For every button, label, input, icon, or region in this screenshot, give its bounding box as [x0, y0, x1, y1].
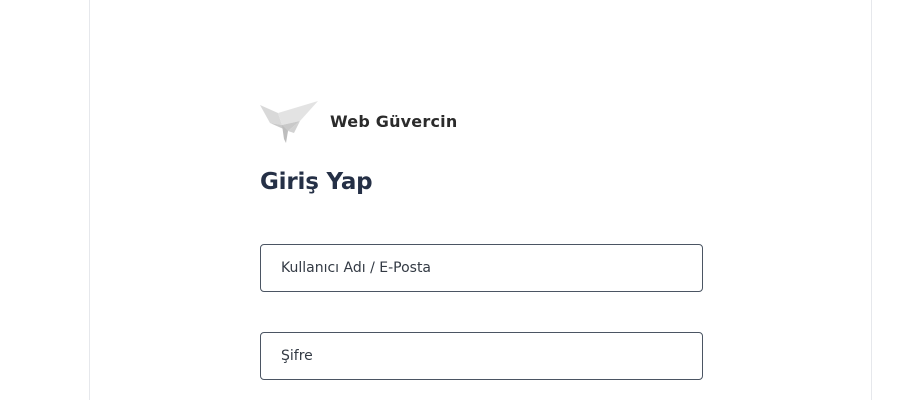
brand: Web Güvercin — [260, 99, 457, 143]
page-title: Giriş Yap — [260, 169, 373, 195]
password-input[interactable] — [261, 333, 702, 379]
username-field[interactable] — [260, 244, 703, 292]
password-field[interactable] — [260, 332, 703, 380]
brand-name: Web Güvercin — [330, 111, 458, 131]
username-input[interactable] — [261, 245, 702, 291]
origami-dove-icon — [260, 101, 318, 143]
